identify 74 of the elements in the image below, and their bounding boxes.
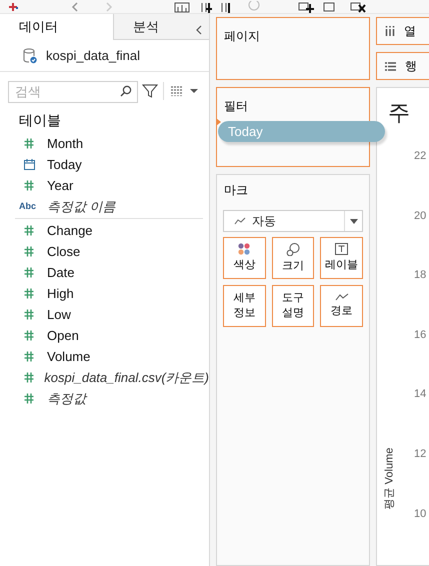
collapse-icon[interactable] — [195, 25, 203, 35]
axis-tick-label: 16 — [414, 328, 426, 342]
add-row-icon[interactable] — [298, 0, 314, 12]
field-name[interactable]: Close — [47, 242, 80, 262]
search-icon — [120, 85, 132, 97]
caret-icon[interactable] — [190, 88, 198, 94]
field-name[interactable]: High — [47, 284, 74, 304]
table-icon[interactable] — [322, 0, 336, 12]
field-name[interactable]: Date — [47, 262, 74, 282]
calendar-icon — [24, 159, 35, 170]
search-field[interactable]: 검색 — [8, 80, 138, 102]
axis-tick-label: 18 — [414, 268, 426, 282]
field-name[interactable]: Volume — [47, 346, 90, 366]
axis-tick-label: 14 — [414, 387, 426, 402]
axis-tick-label: 10 — [414, 506, 426, 521]
shelf-label: 행 — [405, 58, 417, 75]
back-icon[interactable] — [70, 0, 80, 12]
line-chart-icon — [334, 293, 349, 301]
line-chart-icon — [234, 217, 246, 225]
field-name[interactable]: Year — [47, 176, 74, 196]
hash-icon — [24, 372, 34, 383]
color-dots-icon — [238, 243, 250, 255]
hash-icon — [24, 393, 34, 404]
panel-tab[interactable]: 분석 — [113, 14, 209, 40]
hash-icon — [24, 267, 34, 278]
field-name[interactable]: Month — [47, 134, 84, 154]
shelf-label: 열 — [404, 23, 416, 40]
marks-button[interactable]: 레이블 — [320, 237, 363, 279]
field-name[interactable]: Change — [47, 220, 93, 240]
add-data-icon[interactable] — [8, 0, 18, 12]
view-title: 주 — [388, 100, 410, 126]
hash-icon — [24, 309, 34, 320]
field-name[interactable]: Low — [47, 304, 71, 324]
hash-icon — [24, 225, 34, 236]
data-source-name[interactable]: kospi_data_final — [46, 46, 140, 66]
field-name[interactable]: 측정값 이름 — [47, 196, 116, 216]
hash-icon — [24, 330, 34, 341]
new-sheet-icon[interactable] — [200, 0, 212, 12]
rows-icon — [385, 62, 396, 70]
marks-button[interactable]: 크기 — [272, 237, 314, 279]
marks-button[interactable]: 경로 — [320, 285, 363, 327]
card-title: 필터 — [224, 99, 248, 113]
marks-button[interactable]: 도구 설명 — [272, 285, 314, 327]
field-name[interactable]: kospi_data_final.csv(카운트) — [44, 368, 209, 388]
hash-icon — [24, 138, 34, 149]
hash-icon — [24, 288, 34, 299]
caret-icon — [350, 218, 358, 224]
duplicate-icon[interactable] — [220, 0, 232, 12]
clear-icon[interactable] — [350, 0, 366, 12]
axis-title: 평균 Volume — [384, 446, 396, 512]
hash-icon — [24, 180, 34, 191]
axis-tick-label: 12 — [414, 447, 426, 461]
axis-tick-label: 22 — [414, 149, 426, 163]
hash-icon — [24, 351, 34, 362]
section-title: 테이블 — [18, 111, 62, 130]
marks-button[interactable]: 색상 — [223, 237, 266, 279]
columns-icon — [385, 26, 395, 36]
database-icon — [23, 48, 37, 64]
filter-icon[interactable] — [142, 83, 158, 99]
field-name[interactable]: 측정값 — [47, 388, 86, 408]
mark-type-label: 자동 — [252, 213, 276, 230]
card-title: 페이지 — [224, 29, 260, 43]
text-type-icon: Abc — [19, 202, 36, 211]
axis-tick-label: 20 — [414, 208, 426, 223]
text-label-icon — [335, 243, 348, 255]
field-name[interactable]: Today — [47, 154, 82, 174]
hash-icon — [24, 246, 34, 257]
card-title: 마크 — [223, 182, 249, 199]
chart-icon[interactable] — [174, 0, 190, 12]
mark-type-dropdown[interactable]: 자동 — [223, 210, 363, 232]
size-circles-icon — [286, 242, 300, 256]
field-name[interactable]: Open — [47, 326, 79, 346]
marks-button[interactable]: 세부 정보 — [223, 285, 266, 327]
list-view-icon[interactable] — [170, 86, 184, 96]
